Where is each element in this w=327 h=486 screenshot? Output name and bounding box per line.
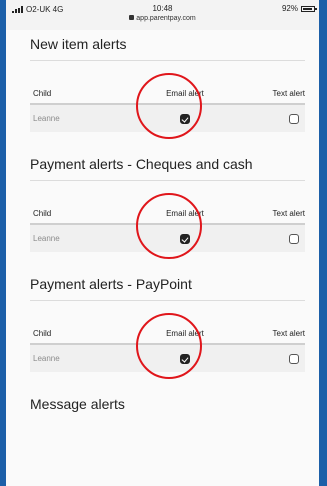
battery-indicator: 92% [281,4,317,13]
section-payment-alerts-cheques: Payment alerts - Cheques and cash Child … [30,156,305,259]
lock-icon [129,15,135,20]
column-child: Child [33,328,52,338]
section-title: Payment alerts - PayPoint [30,276,305,301]
alert-table: Child Email alert Text alert Leanne [30,313,305,379]
highlight-circle [136,313,202,379]
child-name: Leanne [33,234,60,243]
column-text-alert: Text alert [272,328,305,338]
section-payment-alerts-paypoint: Payment alerts - PayPoint Child Email al… [30,276,305,379]
alerts-settings: New item alerts Child Email alert Text a… [6,36,319,420]
column-text-alert: Text alert [272,208,305,218]
section-title: New item alerts [30,36,305,61]
column-text-alert: Text alert [272,88,305,98]
text-alert-checkbox[interactable] [289,233,299,244]
phone-screen: O2-UK 4G 10:48 app.parentpay.com 92% New… [6,0,319,486]
alert-table: Child Email alert Text alert Leanne [30,73,305,139]
section-title: Payment alerts - Cheques and cash [30,156,305,181]
text-alert-checkbox[interactable] [289,113,299,124]
clock: 10:48 [152,4,173,13]
text-alert-checkbox[interactable] [289,353,299,364]
column-child: Child [33,88,52,98]
child-name: Leanne [33,114,60,123]
column-child: Child [33,208,52,218]
alert-table: Child Email alert Text alert Leanne [30,193,305,259]
url-text: app.parentpay.com [136,15,196,22]
child-name: Leanne [33,354,60,363]
section-new-item-alerts: New item alerts Child Email alert Text a… [30,36,305,139]
highlight-circle [136,73,202,139]
highlight-circle [136,193,202,259]
address-bar[interactable]: app.parentpay.com [6,15,319,22]
battery-icon [301,5,317,12]
status-bar: O2-UK 4G 10:48 app.parentpay.com 92% [6,0,319,30]
section-title: Message alerts [30,396,125,412]
battery-percent: 92% [281,4,298,13]
section-message-alerts: Message alerts [30,396,305,420]
